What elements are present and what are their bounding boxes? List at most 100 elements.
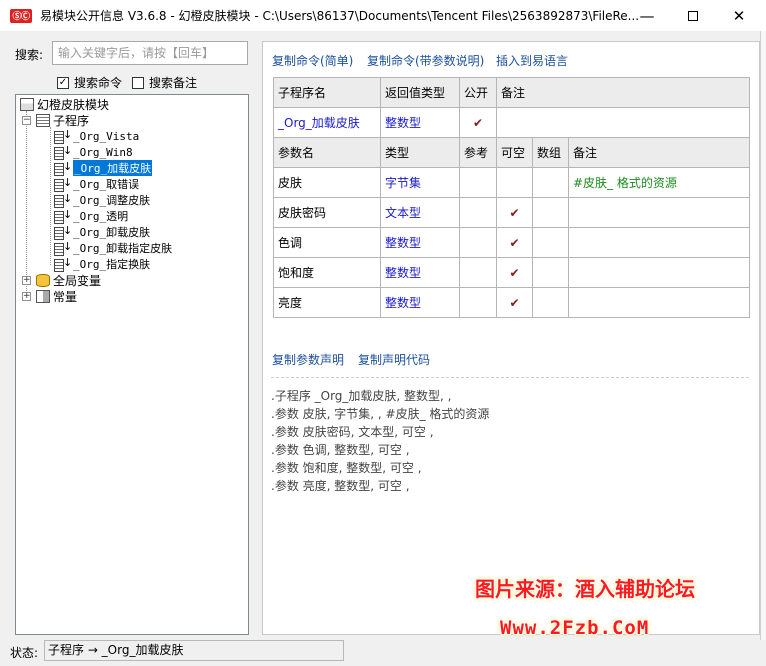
check-icon: ✔ bbox=[496, 227, 533, 258]
status-text: 子程序 → _Org_加载皮肤 bbox=[44, 640, 344, 661]
column-header: 参考 bbox=[459, 137, 497, 168]
close-button[interactable]: ✕ bbox=[716, 0, 762, 31]
checkbox-unchecked-icon[interactable] bbox=[132, 76, 144, 89]
tree-item[interactable]: _Org_Win8 bbox=[54, 144, 133, 160]
tree-node-label: 常量 bbox=[53, 289, 78, 304]
title-bar: ⓈⒸ 易模块公开信息 V3.6.8 - 幻橙皮肤模块 - C:\Users\86… bbox=[0, 0, 766, 31]
subprogram-icon bbox=[54, 192, 72, 208]
background-window-edge bbox=[760, 31, 766, 666]
array-cell bbox=[532, 287, 569, 318]
column-header: 类型 bbox=[380, 137, 460, 168]
tree-root-label: 幻橙皮肤模块 bbox=[37, 97, 110, 112]
watermark-url: Www.2Fzb.CoM bbox=[500, 617, 650, 639]
tree-item-label: _Org_卸载皮肤 bbox=[73, 226, 151, 239]
check-icon: ✔ bbox=[496, 287, 533, 318]
array-cell bbox=[532, 167, 569, 198]
minimize-icon: — bbox=[639, 6, 655, 25]
tree-node-subprograms[interactable]: 子程序 bbox=[36, 112, 89, 128]
tree-node-label: 子程序 bbox=[53, 113, 90, 128]
global-variable-icon bbox=[36, 273, 50, 287]
insert-to-elang-link[interactable]: 插入到易语言 bbox=[496, 52, 568, 69]
param-name: 色调 bbox=[273, 227, 381, 258]
tree-item[interactable]: _Org_卸载指定皮肤 bbox=[54, 240, 172, 256]
code-line: .参数 饱和度, 整数型, 可空 , bbox=[271, 461, 422, 475]
tree-item[interactable]: _Org_调整皮肤 bbox=[54, 192, 150, 208]
tree-item[interactable]: _Org_指定换肤 bbox=[54, 256, 150, 272]
subprogram-icon bbox=[54, 176, 72, 192]
search-notes-checkbox[interactable]: 搜索备注 bbox=[132, 74, 197, 91]
tree-item-label: _Org_卸载指定皮肤 bbox=[73, 242, 173, 255]
ref-cell bbox=[459, 167, 497, 198]
nullable-cell bbox=[496, 167, 533, 198]
column-header: 备注 bbox=[568, 137, 750, 168]
check-icon: ✔ bbox=[496, 257, 533, 288]
tree-item-label: _Org_指定换肤 bbox=[73, 258, 151, 271]
column-header: 备注 bbox=[496, 77, 750, 108]
copy-command-params-link[interactable]: 复制命令(带参数说明) bbox=[367, 52, 484, 69]
return-type: 整数型 bbox=[380, 107, 460, 138]
array-cell bbox=[532, 197, 569, 228]
tree-node-constants[interactable]: 常量 bbox=[36, 288, 77, 304]
table-row: 皮肤 字节集 #皮肤_ 格式的资源 bbox=[273, 167, 750, 198]
code-line: .子程序 _Org_加载皮肤, 整数型, , bbox=[271, 389, 452, 403]
check-icon: ✔ bbox=[459, 107, 497, 138]
copy-command-simple-link[interactable]: 复制命令(简单) bbox=[272, 52, 353, 69]
param-type: 整数型 bbox=[380, 227, 460, 258]
copy-param-declaration-link[interactable]: 复制参数声明 bbox=[272, 351, 344, 368]
param-type: 整数型 bbox=[380, 287, 460, 318]
watermark-text: 图片来源：酒入辅助论坛 bbox=[475, 577, 695, 601]
table-row: 饱和度 整数型 ✔ bbox=[273, 257, 750, 288]
tree-item-selected[interactable]: _Org_加载皮肤 bbox=[54, 159, 154, 177]
close-icon: ✕ bbox=[732, 6, 746, 25]
tree-item-label: _Org_加载皮肤 bbox=[71, 159, 154, 177]
table-row: 亮度 整数型 ✔ bbox=[273, 287, 750, 318]
maximize-button[interactable] bbox=[670, 0, 716, 31]
subprogram-icon bbox=[54, 160, 72, 176]
tree-root[interactable]: 幻橙皮肤模块 bbox=[20, 96, 109, 112]
table-row: 色调 整数型 ✔ bbox=[273, 227, 750, 258]
status-bar: 状态: 子程序 → _Org_加载皮肤 bbox=[0, 640, 766, 666]
param-note bbox=[568, 287, 750, 318]
tree-item[interactable]: _Org_透明 bbox=[54, 208, 128, 224]
code-line: .参数 亮度, 整数型, 可空 , bbox=[271, 479, 410, 493]
subprogram-icon bbox=[54, 144, 72, 160]
column-header: 公开 bbox=[459, 77, 497, 108]
divider bbox=[271, 377, 749, 378]
module-tree[interactable]: 幻橙皮肤模块 − 子程序 _Org_Vista _Org_Win8 _Org_加… bbox=[15, 94, 249, 635]
column-header: 可空 bbox=[496, 137, 533, 168]
search-input[interactable] bbox=[52, 41, 248, 65]
tree-item[interactable]: _Org_Vista bbox=[54, 128, 139, 144]
module-icon bbox=[20, 97, 34, 111]
param-type: 整数型 bbox=[380, 257, 460, 288]
status-label: 状态: bbox=[10, 646, 39, 660]
note-cell bbox=[496, 107, 750, 138]
tree-item[interactable]: _Org_取错误 bbox=[54, 176, 139, 192]
subprogram-icon bbox=[54, 240, 72, 256]
minimize-button[interactable]: — bbox=[624, 0, 670, 31]
search-commands-label: 搜索命令 bbox=[74, 76, 123, 90]
collapse-icon[interactable]: − bbox=[22, 116, 31, 125]
expand-icon[interactable]: + bbox=[22, 292, 31, 301]
tree-node-globals[interactable]: 全局变量 bbox=[36, 272, 101, 288]
subprogram-icon bbox=[54, 256, 72, 272]
tree-guide-line bbox=[26, 111, 27, 297]
search-notes-label: 搜索备注 bbox=[149, 76, 198, 90]
declaration-code: .子程序 _Org_加载皮肤, 整数型, , .参数 皮肤, 字节集, , #皮… bbox=[271, 387, 489, 495]
subprogram-group-icon bbox=[36, 113, 50, 127]
expand-icon[interactable]: + bbox=[22, 276, 31, 285]
ref-cell bbox=[459, 227, 497, 258]
param-note bbox=[568, 257, 750, 288]
constant-icon bbox=[36, 289, 50, 303]
table-row: _Org_加载皮肤 整数型 ✔ bbox=[273, 107, 750, 138]
param-note bbox=[568, 197, 750, 228]
detail-panel: 复制命令(简单) 复制命令(带参数说明) 插入到易语言 子程序名 返回值类型 公… bbox=[262, 41, 760, 635]
copy-declaration-code-link[interactable]: 复制声明代码 bbox=[358, 351, 430, 368]
table-header-row: 参数名 类型 参考 可空 数组 备注 bbox=[273, 137, 750, 168]
array-cell bbox=[532, 227, 569, 258]
tree-item[interactable]: _Org_卸载皮肤 bbox=[54, 224, 150, 240]
subprogram-table: 子程序名 返回值类型 公开 备注 _Org_加载皮肤 整数型 ✔ bbox=[273, 77, 750, 138]
subprogram-icon bbox=[54, 224, 72, 240]
check-icon: ✔ bbox=[496, 197, 533, 228]
checkbox-checked-icon[interactable]: ✓ bbox=[57, 76, 69, 89]
search-commands-checkbox[interactable]: ✓ 搜索命令 bbox=[57, 74, 122, 91]
